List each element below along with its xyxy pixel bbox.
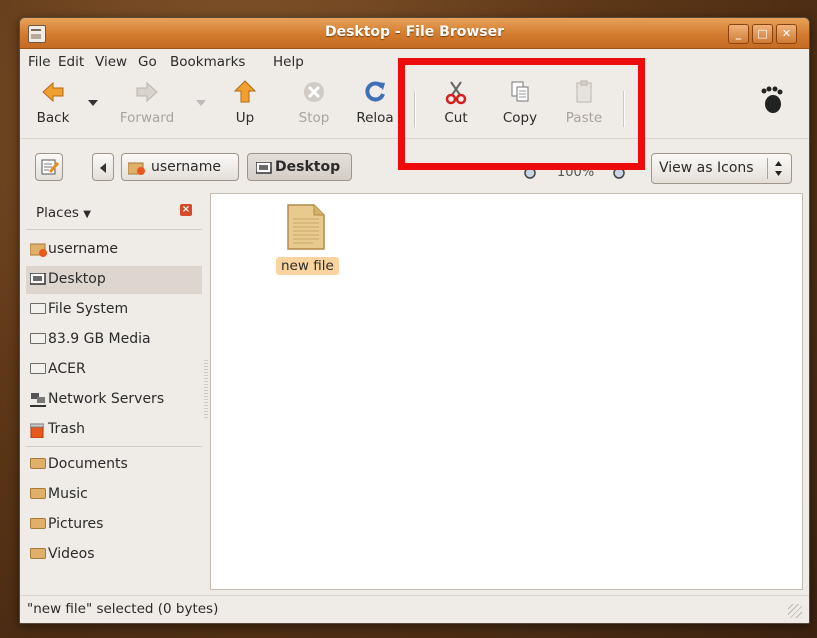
stop-icon (301, 79, 327, 105)
up-down-arrows-icon (774, 160, 783, 181)
sidebar-item-file-system[interactable]: File System (26, 296, 202, 324)
menu-help[interactable]: Help (273, 54, 304, 70)
drive-icon (30, 363, 46, 374)
folder-icon (30, 548, 46, 559)
breadcrumb-current-label: Desktop (275, 159, 341, 175)
file-view[interactable]: new file (210, 193, 803, 590)
reload-icon (362, 79, 388, 105)
status-text: "new file" selected (0 bytes) (27, 601, 219, 617)
resize-grip-icon[interactable] (788, 604, 802, 618)
menu-go[interactable]: Go (138, 54, 157, 70)
menu-view[interactable]: View (95, 54, 127, 70)
breadcrumb-current-button[interactable]: Desktop (247, 153, 352, 181)
title-bar[interactable]: Desktop - File Browser _ □ ✕ (20, 18, 809, 49)
drive-icon (30, 303, 46, 314)
close-button[interactable]: ✕ (776, 24, 797, 44)
network-icon (30, 393, 46, 407)
back-button[interactable]: Back (28, 79, 78, 126)
window-title: Desktop - File Browser (324, 24, 505, 40)
sidebar-divider (26, 446, 202, 447)
view-mode-label: View as Icons (659, 160, 754, 176)
sidebar-item-music[interactable]: Music (26, 481, 202, 509)
sidebar-type-selector[interactable]: Places ▼ (36, 205, 91, 221)
select-divider (767, 158, 768, 179)
edit-location-icon (41, 158, 60, 180)
folder-icon (30, 458, 46, 469)
minimize-button[interactable]: _ (728, 24, 749, 44)
file-name-label[interactable]: new file (276, 257, 339, 275)
chevron-left-icon (100, 162, 107, 177)
sidebar-resize-handle[interactable] (204, 358, 208, 418)
toggle-location-entry-button[interactable] (35, 153, 63, 181)
menu-bookmarks[interactable]: Bookmarks (170, 54, 245, 70)
breadcrumb-home-button[interactable]: username (121, 153, 239, 181)
menu-file[interactable]: File (28, 54, 51, 70)
home-folder-icon (29, 243, 47, 257)
sidebar-item-videos[interactable]: Videos (26, 541, 202, 569)
sidebar-divider (26, 229, 202, 230)
gnome-foot-icon (756, 85, 786, 119)
stop-button[interactable]: Stop (294, 79, 334, 126)
menu-edit[interactable]: Edit (58, 54, 84, 70)
home-folder-icon (127, 161, 146, 179)
folder-icon (30, 488, 46, 499)
back-arrow-icon (40, 79, 66, 105)
folder-icon (30, 518, 46, 529)
sidebar-header-label: Places (36, 205, 79, 221)
desktop-icon (29, 272, 46, 286)
back-history-dropdown[interactable] (86, 95, 100, 111)
forward-history-dropdown[interactable] (194, 95, 208, 111)
sidebar-item-pictures[interactable]: Pictures (26, 511, 202, 539)
forward-arrow-icon (134, 79, 160, 105)
highlight-box (398, 58, 645, 170)
breadcrumb-home-label: username (151, 159, 221, 175)
text-file-icon[interactable] (286, 203, 326, 250)
sidebar-item-desktop[interactable]: Desktop (26, 266, 202, 294)
sidebar-item-username[interactable]: username (26, 236, 202, 264)
desktop-icon (255, 161, 272, 178)
places-sidebar: Places ▼ × username Desktop File System … (26, 193, 202, 590)
triangle-down-icon: ▼ (83, 209, 91, 220)
close-sidebar-icon[interactable]: × (180, 204, 192, 216)
breadcrumb-scroll-left-button[interactable] (92, 153, 114, 181)
trash-icon (29, 423, 46, 439)
reload-button[interactable]: Reloa (350, 79, 400, 126)
sidebar-item-media[interactable]: 83.9 GB Media (26, 326, 202, 354)
forward-button[interactable]: Forward (112, 79, 182, 126)
sidebar-item-documents[interactable]: Documents (26, 451, 202, 479)
sidebar-item-network-servers[interactable]: Network Servers (26, 386, 202, 414)
maximize-button[interactable]: □ (752, 24, 773, 44)
up-arrow-icon (232, 79, 258, 105)
up-button[interactable]: Up (230, 79, 260, 126)
view-mode-select[interactable]: View as Icons (651, 153, 792, 184)
drive-icon (30, 333, 46, 344)
sidebar-item-acer[interactable]: ACER (26, 356, 202, 384)
status-bar: "new file" selected (0 bytes) (20, 595, 809, 623)
sidebar-item-trash[interactable]: Trash (26, 416, 202, 444)
